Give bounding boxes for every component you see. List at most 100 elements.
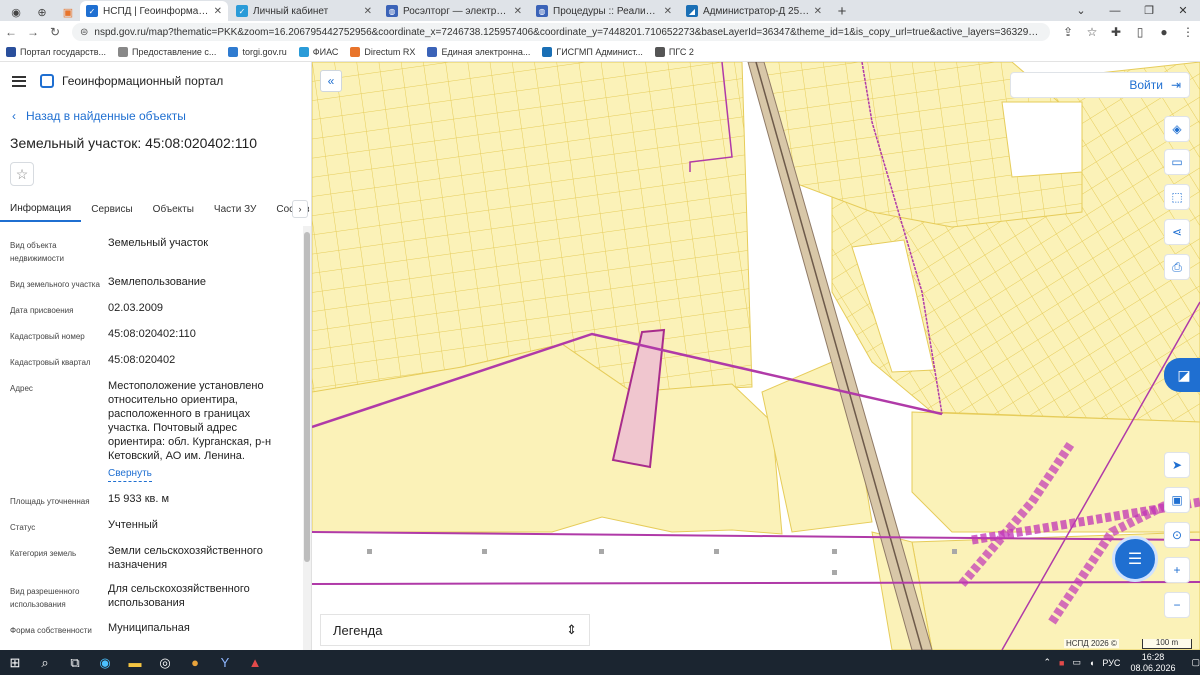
windows-start-icon[interactable]: ⊞ xyxy=(0,650,30,675)
scrollbar-thumb[interactable] xyxy=(304,232,310,562)
search-location-tool[interactable]: ⊙ xyxy=(1164,522,1190,548)
globe-icon: ◍ xyxy=(386,5,398,17)
chevron-up-icon[interactable]: ⌃ xyxy=(1043,657,1051,668)
share-tool[interactable]: ⋖ xyxy=(1164,219,1190,245)
minus-icon: − xyxy=(1173,598,1181,612)
collapse-link[interactable]: Свернуть xyxy=(108,467,152,482)
search-icon[interactable]: ⌕ xyxy=(30,650,60,675)
sidebar-icon[interactable]: ▯ xyxy=(1128,25,1152,39)
app-tray-icon[interactable]: ■ xyxy=(1059,658,1064,668)
minimize-icon[interactable]: — xyxy=(1098,0,1132,21)
tabs-scroll-right-icon[interactable]: › xyxy=(292,200,308,218)
bookmark-item[interactable]: ГИСГМП Админист... xyxy=(542,47,643,57)
network-icon[interactable]: ▭ xyxy=(1072,657,1081,668)
property-value: Земли сельскохозяйственного назначения xyxy=(108,545,263,571)
legend-toggle[interactable]: Легенда ⇕ xyxy=(320,614,590,646)
forward-arrow-icon[interactable]: → xyxy=(22,21,44,43)
bookmark-star-icon[interactable]: ☆ xyxy=(1080,25,1104,39)
explorer-icon[interactable]: ▬ xyxy=(120,650,150,675)
close-tab-icon[interactable]: ✕ xyxy=(514,6,522,17)
clock[interactable]: 16:28 08.06.2026 xyxy=(1130,652,1175,674)
tab-information[interactable]: Информация xyxy=(0,196,82,222)
volume-icon[interactable]: ◖ xyxy=(1089,658,1094,668)
browser-tab[interactable]: ✓ Личный кабинет ✕ xyxy=(230,1,378,21)
bookmark-item[interactable]: Портал государств... xyxy=(6,47,106,57)
back-to-results-link[interactable]: ‹ Назад в найденные объекты xyxy=(0,100,311,132)
bookmark-item[interactable]: torgi.gov.ru xyxy=(228,47,287,57)
collapse-panel-button[interactable]: « xyxy=(320,70,342,92)
edge-icon[interactable]: ◉ xyxy=(90,650,120,675)
zoom-out-button[interactable]: − xyxy=(1164,592,1190,618)
login-button[interactable]: Войти ⇥ xyxy=(1010,72,1190,98)
chevron-down-icon[interactable]: ⌄ xyxy=(1064,0,1098,21)
property-value: Землепользование xyxy=(108,276,207,288)
close-tab-icon[interactable]: ✕ xyxy=(664,6,672,17)
tab-parts[interactable]: Части ЗУ xyxy=(204,196,266,222)
side-panel-tab[interactable]: ◪ xyxy=(1164,358,1200,392)
property-value: Местоположение установлено относительно … xyxy=(108,380,272,462)
tab-search-icon[interactable]: ◉ xyxy=(6,3,26,21)
nspd-icon: ✓ xyxy=(86,5,98,17)
select-area-tool[interactable]: ⬚ xyxy=(1164,184,1190,210)
print-tool[interactable]: ⎙ xyxy=(1164,254,1190,280)
login-label: Войти xyxy=(1129,78,1163,92)
map-canvas[interactable]: « Войти ⇥ ◈ ▭ ⬚ ⋖ ⎙ ◪ ➤ ▣ ⊙ + − ☰ Легенд… xyxy=(312,62,1200,650)
chat-button[interactable]: ☰ xyxy=(1112,536,1158,582)
os-taskbar: ⊞ ⌕ ⧉ ◉ ▬ ◎ ● Y ▲ ⌃ ■ ▭ ◖ РУС 16:28 08.0… xyxy=(0,650,1200,675)
bookmark-label: ГИСГМП Админист... xyxy=(556,47,643,57)
torgi-icon xyxy=(228,47,239,57)
browser-tab[interactable]: ◍ Процедуры :: Реализация госи ✕ xyxy=(530,1,678,21)
language-indicator[interactable]: РУС xyxy=(1102,658,1120,668)
browser-tab[interactable]: ◍ Росэлторг — электронная торго ✕ xyxy=(380,1,528,21)
tab-objects[interactable]: Объекты xyxy=(143,196,204,222)
back-arrow-icon[interactable]: ← xyxy=(0,21,22,43)
portal-logo-icon xyxy=(40,74,54,88)
browser-tab-strip: ◉ ⊕ ▣ ✓ НСПД | Геоинформационный п ✕ ✓ Л… xyxy=(0,0,1200,21)
maximize-icon[interactable]: ❐ xyxy=(1132,0,1166,21)
measure-tool[interactable]: ▭ xyxy=(1164,149,1190,175)
object-title: Земельный участок: 45:08:020402:110 xyxy=(10,135,258,151)
browser-tab[interactable]: ◢ Администратор-Д 25.1.350.417 ✕ xyxy=(680,1,828,21)
menu-dots-icon[interactable]: ⋮ xyxy=(1176,25,1200,39)
tab-title: Росэлторг — электронная торго xyxy=(403,5,510,17)
minimap-tool[interactable]: ▣ xyxy=(1164,487,1190,513)
close-tab-icon[interactable]: ✕ xyxy=(814,6,822,17)
reload-icon[interactable]: ↻ xyxy=(44,21,66,43)
favorite-star-button[interactable]: ☆ xyxy=(10,162,34,186)
property-label: Статус xyxy=(10,523,36,532)
browser-tab[interactable]: ✓ НСПД | Геоинформационный п ✕ xyxy=(80,1,228,21)
hamburger-menu-icon[interactable] xyxy=(12,75,26,87)
close-tab-icon[interactable]: ✕ xyxy=(364,6,372,17)
pinned-tab-icon[interactable]: ▣ xyxy=(58,3,78,21)
site-info-icon[interactable]: ⊜ xyxy=(80,27,88,38)
tab-group-icon[interactable]: ⊕ xyxy=(32,3,52,21)
close-tab-icon[interactable]: ✕ xyxy=(214,6,222,17)
locate-tool[interactable]: ➤ xyxy=(1164,452,1190,478)
property-label: Форма собственности xyxy=(10,626,92,635)
share-url-icon[interactable]: ⇪ xyxy=(1056,25,1080,39)
task-view-icon[interactable]: ⧉ xyxy=(60,650,90,675)
zoom-in-button[interactable]: + xyxy=(1164,557,1190,583)
print-icon: ⎙ xyxy=(1172,259,1182,274)
tab-services[interactable]: Сервисы xyxy=(81,196,142,222)
extensions-icon[interactable]: ✚ xyxy=(1104,25,1128,39)
bookmark-item[interactable]: Предоставление с... xyxy=(118,47,216,57)
url-field[interactable]: ⊜ nspd.gov.ru/map?thematic=PKK&zoom=16.2… xyxy=(72,23,1050,41)
pdf-icon[interactable]: ▲ xyxy=(240,650,270,675)
layers-tool[interactable]: ◈ xyxy=(1164,116,1190,142)
bookmark-item[interactable]: Directum RX xyxy=(350,47,415,57)
legend-label: Легенда xyxy=(333,622,383,638)
bookmark-item[interactable]: ФИАС xyxy=(298,47,338,57)
close-window-icon[interactable]: ✕ xyxy=(1166,0,1200,21)
system-tray: ⌃ ■ ▭ ◖ РУС 16:28 08.06.2026 ▢ xyxy=(1035,650,1200,675)
bookmark-item[interactable]: Единая электронна... xyxy=(427,47,530,57)
unregistered-area xyxy=(1001,101,1083,178)
bookmark-item[interactable]: ПГС 2 xyxy=(654,47,694,57)
notifications-icon[interactable]: ▢ xyxy=(1191,657,1200,668)
profile-icon[interactable]: ● xyxy=(1152,25,1176,39)
new-tab-button[interactable]: + xyxy=(832,1,852,21)
yandex-icon[interactable]: Y xyxy=(210,650,240,675)
panel-scrollbar[interactable] xyxy=(303,226,311,650)
chrome-selected-icon[interactable]: ◎ xyxy=(150,650,180,675)
chrome-icon[interactable]: ● xyxy=(180,650,210,675)
